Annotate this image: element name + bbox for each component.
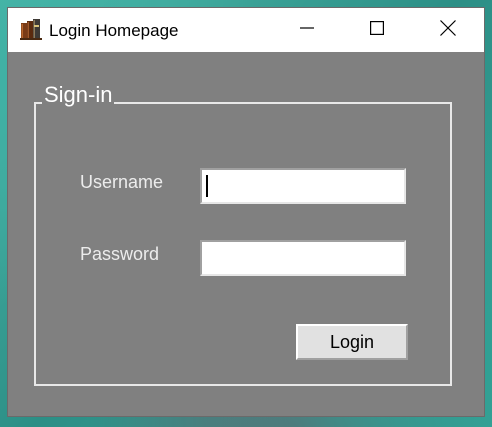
groupbox-title: Sign-in <box>42 82 115 108</box>
text-caret <box>206 175 208 197</box>
login-button[interactable]: Login <box>296 324 408 360</box>
maximize-button[interactable] <box>342 8 412 52</box>
username-input[interactable] <box>200 168 406 204</box>
login-window: Login Homepage Sign-in Username Password… <box>8 8 484 416</box>
books-icon <box>20 18 44 40</box>
maximize-icon <box>370 20 385 40</box>
close-icon <box>440 19 456 41</box>
password-input[interactable] <box>200 240 406 276</box>
password-label: Password <box>80 244 160 264</box>
title-bar[interactable]: Login Homepage <box>8 8 484 52</box>
close-button[interactable] <box>412 8 484 52</box>
window-title: Login Homepage <box>49 21 179 40</box>
window-client-area: Sign-in Username Password Login <box>8 52 484 416</box>
minimize-icon <box>300 21 314 40</box>
username-label: Username <box>80 172 164 192</box>
minimize-button[interactable] <box>272 8 342 52</box>
